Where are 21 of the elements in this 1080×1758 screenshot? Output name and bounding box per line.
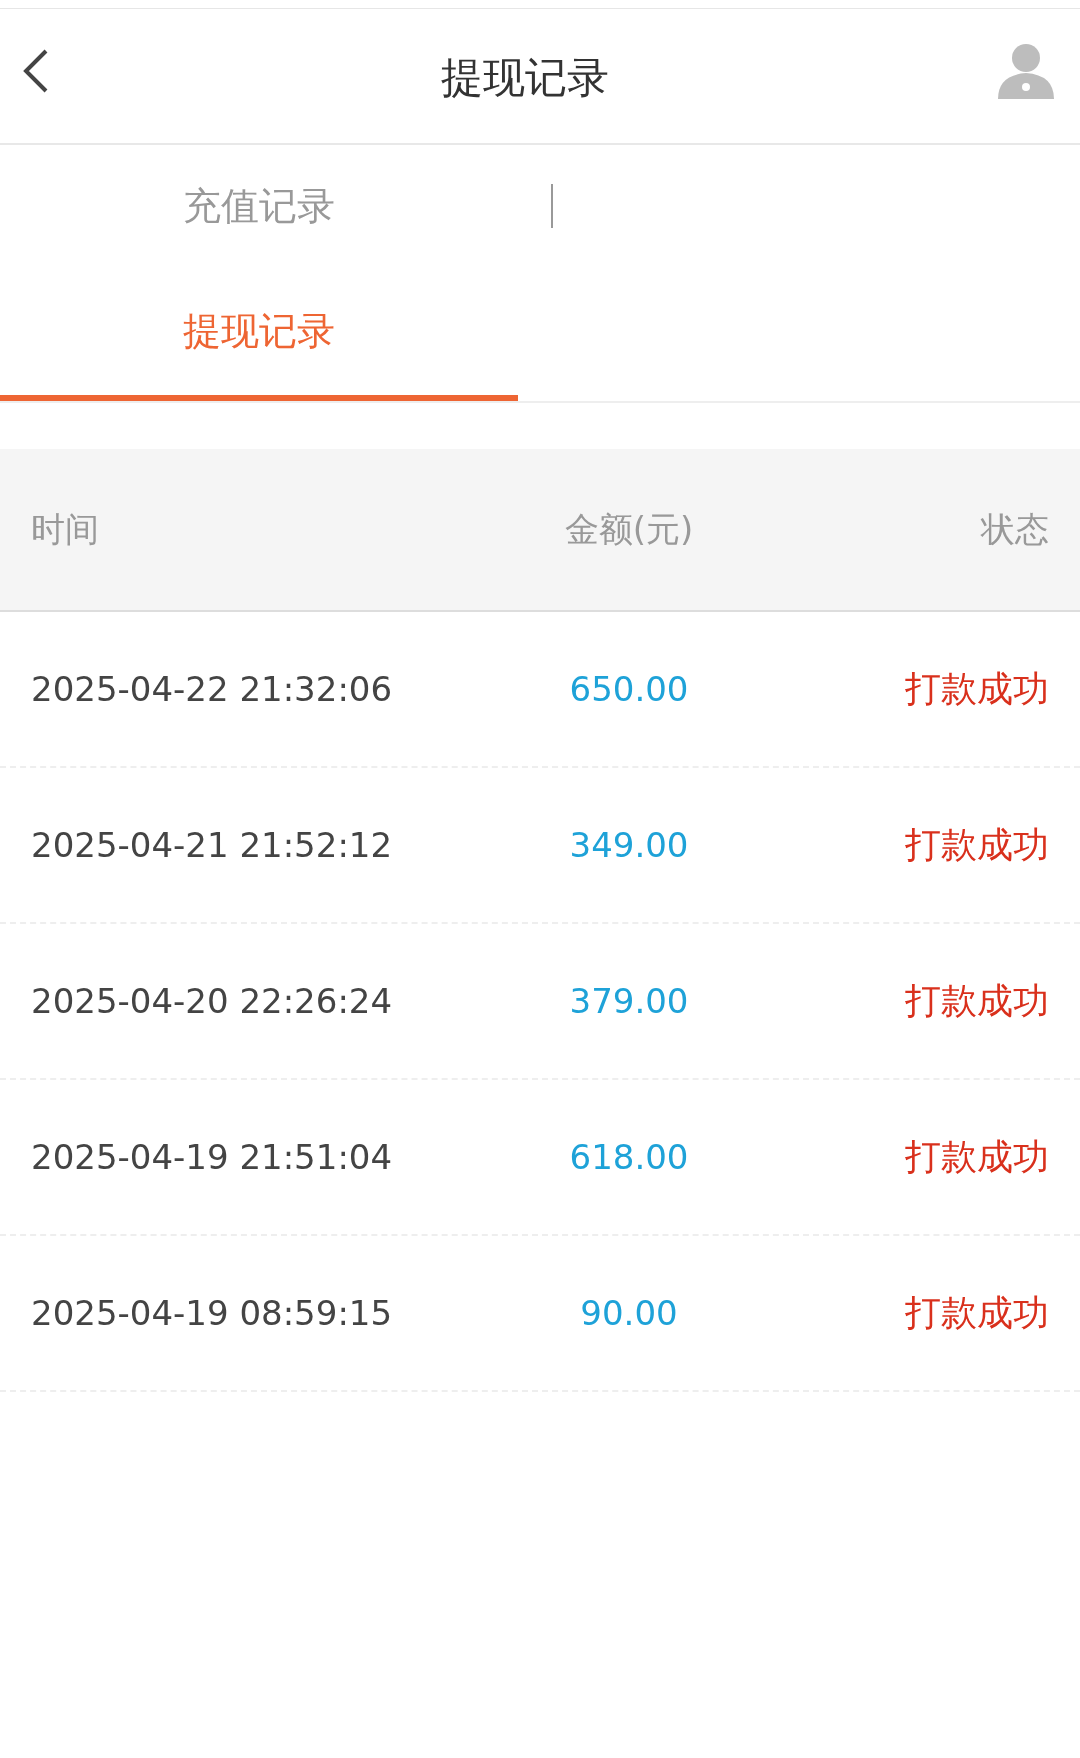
time-cell-text: 2025-04-19 08:59:15 [31,1293,394,1333]
status-cell-text: 打款成功 [905,1290,1049,1335]
time-cell-text: 2025-04-21 21:52:12 [31,825,394,865]
amount-cell: 349.00 [569,825,689,865]
page-title: 提现记录 [441,52,609,104]
status-cell-text: 打款成功 [905,978,1049,1023]
amount-cell: 618.00 [569,1137,689,1177]
time-cell-text: 2025-04-20 22:26:24 [31,981,394,1021]
status-cell-text: 打款成功 [905,666,1049,711]
tab[interactable]: 提现记录 [0,267,518,401]
column-header: 金额(元) [564,507,694,551]
column-header: 时间 [31,507,100,551]
amount-cell: 650.00 [569,669,689,709]
time-cell-text: 2025-04-22 21:32:06 [31,669,394,709]
amount-cell: 90.00 [580,1293,678,1333]
column-header: 状态 [981,507,1049,551]
status-cell-text: 打款成功 [905,1134,1049,1179]
status-cell-text: 打款成功 [905,822,1049,867]
time-cell-text: 2025-04-19 21:51:04 [31,1137,394,1177]
amount-cell: 379.00 [569,981,689,1021]
tab[interactable]: 充值记录 [0,145,518,267]
